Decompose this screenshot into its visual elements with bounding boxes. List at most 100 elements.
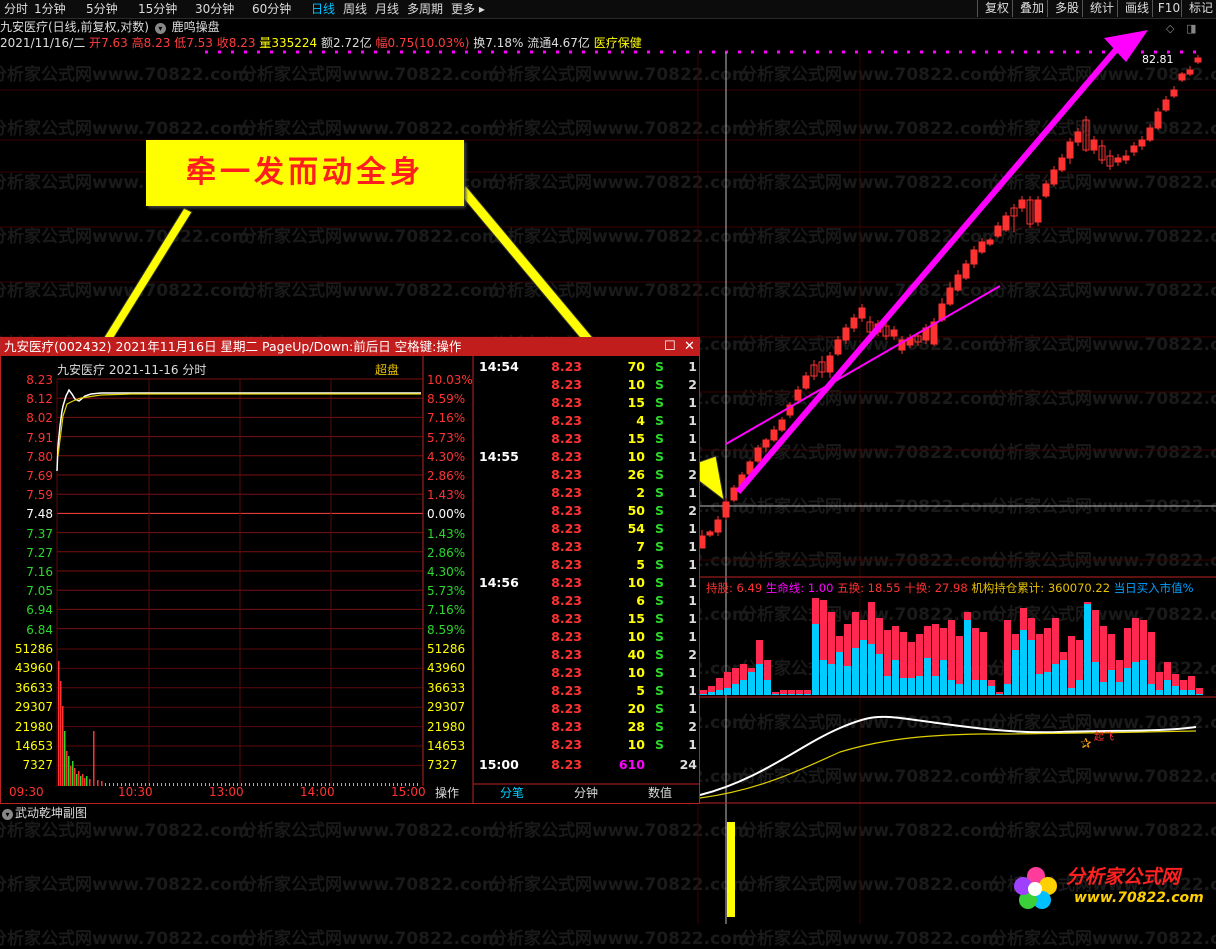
logo-title: 分析家公式网	[1066, 866, 1181, 888]
intraday-volume-bar	[72, 761, 74, 786]
intraday-volume-bar	[76, 774, 78, 786]
volume-axis-label: 7327	[427, 758, 458, 773]
tick-side: S	[655, 629, 665, 644]
tick-time	[479, 592, 529, 610]
intraday-volume-bar	[97, 780, 99, 786]
candle-body	[794, 389, 802, 401]
close-icon[interactable]: ✕	[684, 338, 695, 356]
intraday-volume-bar	[169, 783, 170, 786]
subchart-yellow-bar	[727, 822, 735, 917]
intraday-volume-bar	[389, 783, 390, 786]
tick-price: 8.23	[551, 431, 582, 446]
candle-body	[954, 274, 962, 291]
tick-count: 1	[688, 593, 697, 608]
indicator-cyan-bar	[996, 694, 1003, 695]
intraday-volume-bar	[84, 778, 86, 786]
flower-logo-icon	[1014, 867, 1057, 909]
pct-axis-label: 7.16%	[427, 603, 466, 618]
tick-volume: 15	[627, 431, 645, 446]
tick-price: 8.23	[551, 737, 582, 752]
time-axis-label: 09:30	[9, 785, 44, 799]
intraday-volume-bar	[277, 783, 278, 786]
tick-price: 8.23	[551, 647, 582, 662]
price-axis-label: 7.16	[26, 565, 53, 579]
super-tag[interactable]: 超盘	[375, 361, 399, 378]
candle-body	[986, 239, 994, 245]
tick-count: 1	[688, 611, 697, 626]
tick-side: S	[655, 665, 665, 680]
indicator-cyan-bar	[1084, 604, 1091, 695]
intraday-volume-bar	[189, 783, 190, 786]
tick-side: S	[655, 377, 665, 392]
chevron-down-icon[interactable]: ▾	[2, 809, 13, 820]
maximize-icon[interactable]: ☐	[664, 338, 676, 356]
intraday-volume-bar	[113, 783, 114, 786]
candle-body	[706, 531, 714, 536]
candle-body	[762, 439, 770, 448]
candle-body	[1050, 169, 1058, 185]
tick-volume: 5	[636, 557, 645, 572]
popup-title-bar[interactable]: 九安医疗(002432) 2021年11月16日 星期二 PageUp/Down…	[1, 338, 699, 356]
watermark-text: 分析家公式网www.70822.com	[490, 929, 750, 949]
tick-side: S	[655, 701, 665, 716]
tab-ticks[interactable]: 分笔	[475, 784, 549, 802]
indicator-institution-label: 机构持仓累计: 360070.22	[971, 581, 1111, 595]
pct-axis-label: 8.59%	[427, 622, 466, 637]
tick-side: S	[655, 539, 665, 554]
intraday-volume-bar	[70, 766, 72, 786]
candle-body	[1186, 69, 1194, 75]
tab-operate[interactable]: 操作	[427, 784, 467, 802]
tick-count: 1	[688, 395, 697, 410]
indicator-bars	[700, 598, 1203, 695]
tick-volume: 28	[627, 719, 645, 734]
intraday-volume-bar	[297, 783, 298, 786]
candle-body	[970, 249, 978, 265]
intraday-volume-bar	[357, 783, 358, 786]
indicator-cyan-bar	[1164, 680, 1171, 695]
intraday-volume-bar	[281, 783, 282, 786]
indicator-cyan-bar	[740, 680, 747, 695]
tab-minutes[interactable]: 分钟	[549, 784, 623, 802]
intraday-volume-bar	[101, 781, 103, 786]
intraday-volume-bar	[361, 783, 362, 786]
tick-volume: 610	[618, 757, 645, 772]
intraday-volume-bar	[74, 768, 76, 786]
indicator-hold-label: 持股: 6.49	[706, 581, 763, 595]
tab-values[interactable]: 数值	[623, 784, 697, 802]
indicator-cyan-bar	[852, 648, 859, 695]
signal-label: 起飞	[1094, 732, 1114, 743]
tick-count: 1	[688, 359, 697, 374]
tick-price: 8.23	[551, 593, 582, 608]
candle-body	[1090, 139, 1098, 151]
tick-volume: 50	[627, 503, 645, 518]
indicator-cyan-bar	[708, 692, 715, 695]
indicator-cyan-bar	[1012, 650, 1019, 695]
tick-time	[479, 628, 529, 646]
tick-count: 1	[688, 701, 697, 716]
tick-price: 8.23	[551, 719, 582, 734]
kline-peak-label: 82.81	[1142, 53, 1174, 66]
tick-volume: 2	[636, 485, 645, 500]
candle-body	[714, 519, 722, 533]
tick-side: S	[655, 683, 665, 698]
intraday-chart-header: 九安医疗 2021-11-16 分时	[57, 363, 207, 377]
tick-price: 8.23	[551, 665, 582, 680]
price-axis-label: 7.80	[26, 449, 53, 464]
candle-body	[1066, 141, 1074, 159]
intraday-volume-bar	[345, 783, 346, 786]
candle-body	[754, 447, 762, 462]
indicator-cyan-bar	[756, 664, 763, 695]
indicator-lifeline-label: 生命线: 1.00	[765, 581, 834, 595]
indicator-cyan-bar	[1156, 690, 1163, 695]
tick-time	[479, 466, 529, 484]
intraday-volume-bar	[68, 756, 70, 786]
intraday-volume-bar	[385, 783, 386, 786]
indicator-cyan-bar	[948, 680, 955, 695]
price-axis-label: 7.27	[26, 545, 53, 560]
pct-axis-label: 7.16%	[427, 411, 466, 426]
tick-side: S	[655, 557, 665, 572]
intraday-volume-bar	[293, 783, 294, 786]
tick-count: 2	[688, 647, 697, 662]
indicator-cyan-bar	[980, 680, 987, 695]
intraday-volume-bar	[285, 783, 286, 786]
